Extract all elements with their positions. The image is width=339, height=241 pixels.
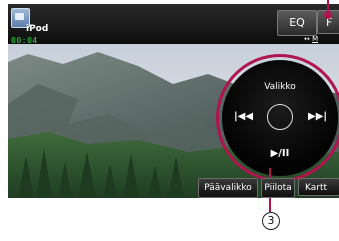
mode-label: M (312, 35, 319, 43)
menu-title[interactable]: Valikko (222, 82, 338, 92)
circle-menu[interactable]: Valikko |◀◀ ▶▶| ▶/II (222, 60, 338, 176)
eq-button[interactable]: EQ (277, 10, 317, 36)
hide-button[interactable]: Piilota (261, 178, 295, 198)
previous-track-button[interactable]: |◀◀ (234, 111, 253, 122)
main-menu-button[interactable]: Päävalikko (198, 178, 258, 198)
top-bar: iPod 00:04 EQ F ↔ M (8, 4, 339, 45)
swap-arrow-icon: ↔ (304, 35, 310, 43)
callout-number: 3 (262, 212, 280, 230)
center-button[interactable] (267, 104, 293, 130)
next-track-button[interactable]: ▶▶| (308, 111, 327, 122)
play-pause-button[interactable]: ▶/II (222, 148, 338, 159)
mode-indicator[interactable]: ↔ M (304, 35, 339, 44)
callout-dot (324, 11, 332, 19)
video-playback-screen: iPod 00:04 EQ F ↔ M Valikko |◀◀ ▶▶| ▶/II… (8, 4, 339, 198)
source-label: iPod (26, 24, 49, 34)
map-button[interactable]: Kartt (298, 178, 339, 196)
play-time: 00:04 (11, 36, 38, 45)
